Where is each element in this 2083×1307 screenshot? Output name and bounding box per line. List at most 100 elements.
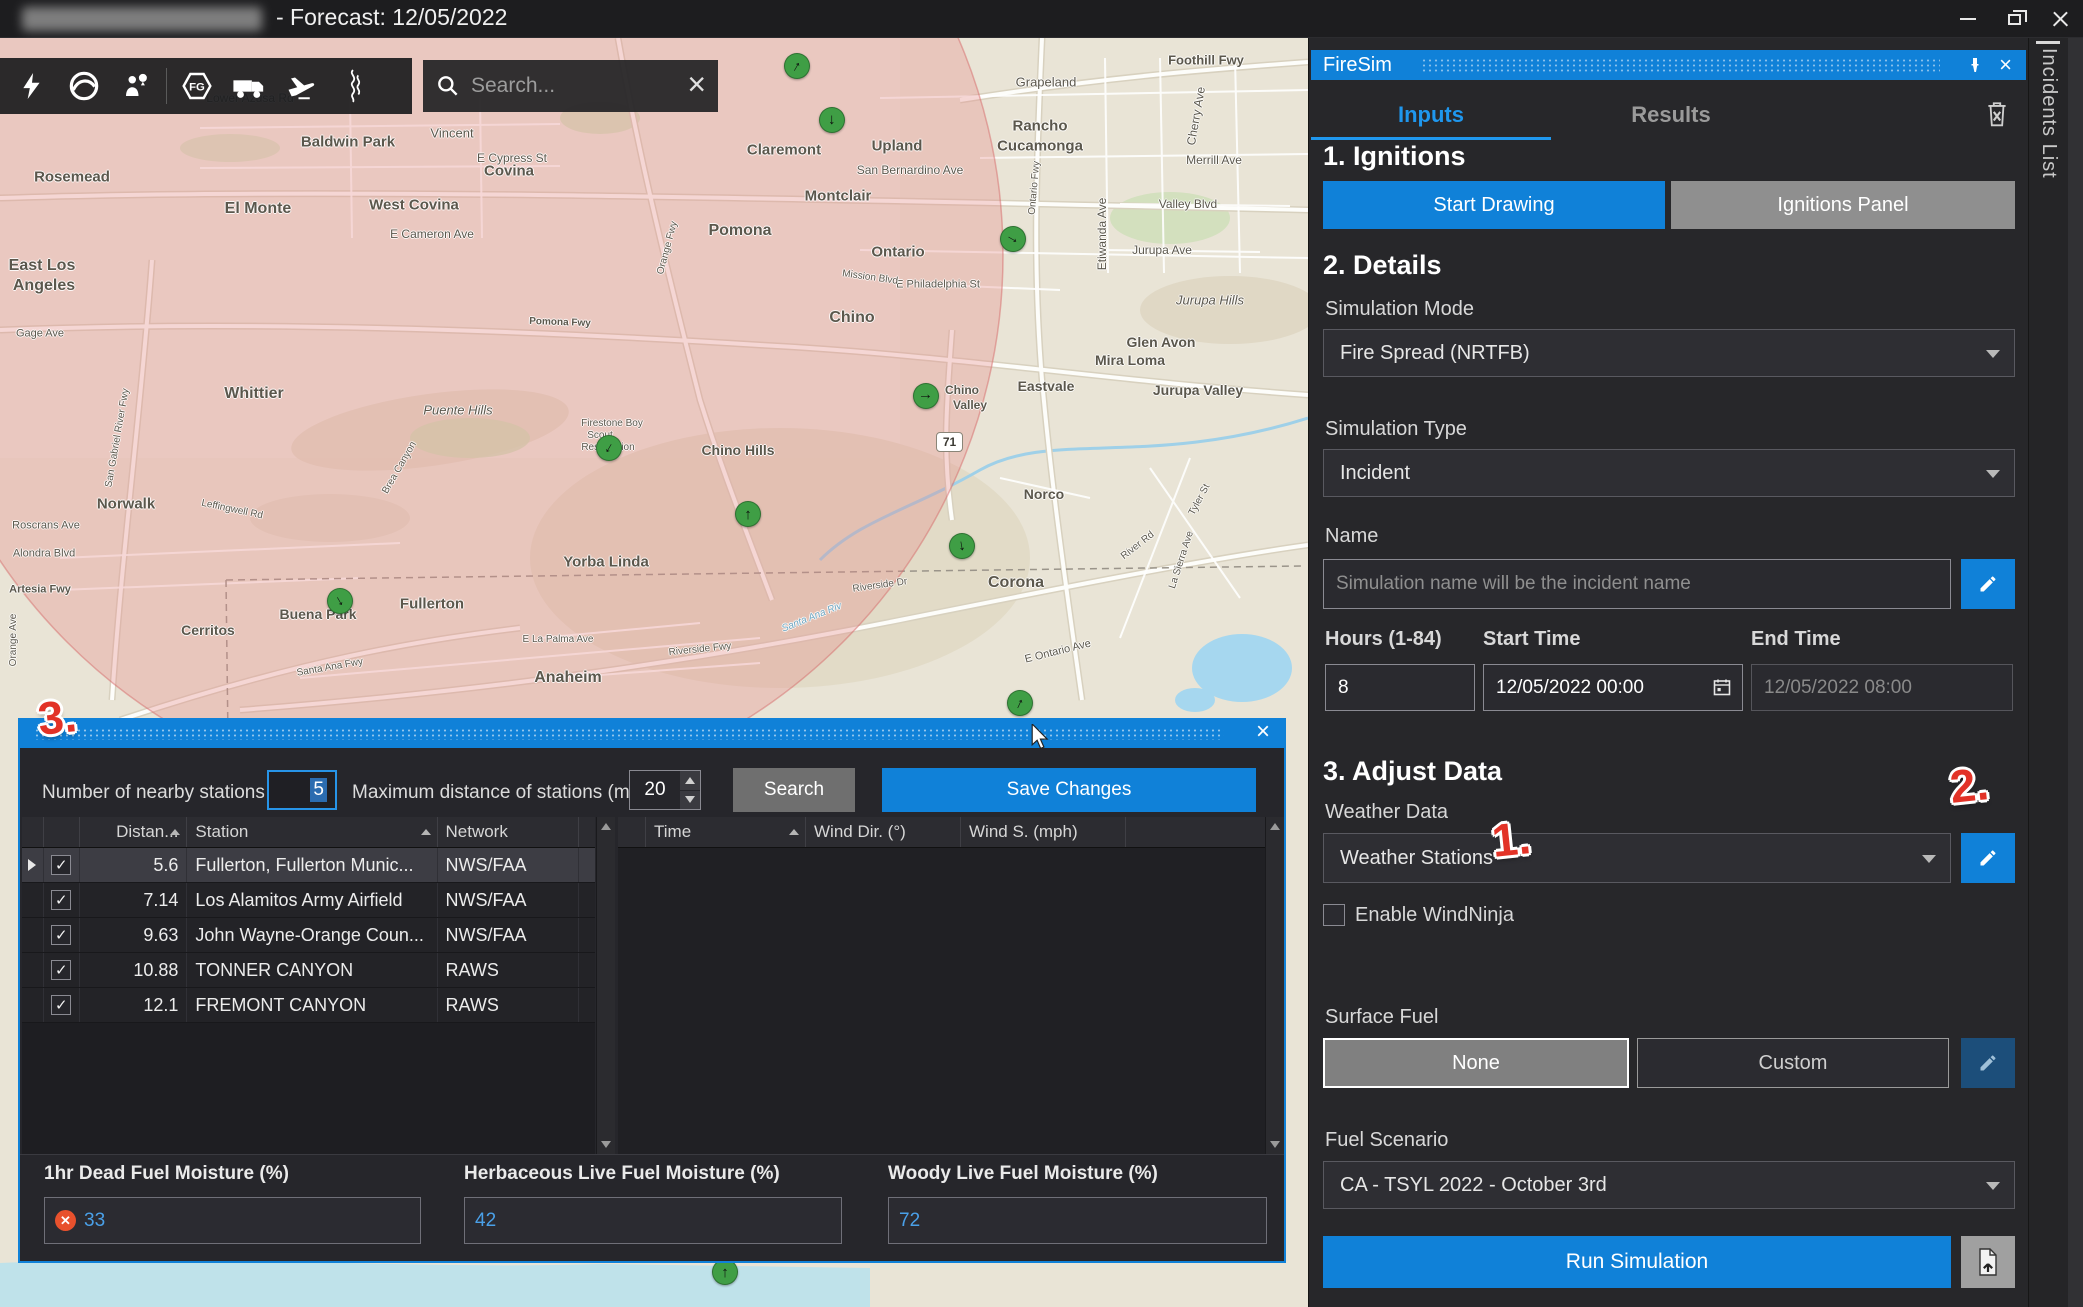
search-stations-button[interactable]: Search: [733, 768, 855, 812]
end-time-input: 12/05/2022 08:00: [1751, 664, 2013, 711]
fuel-scenario-select[interactable]: CA - TSYL 2022 - October 3rd: [1323, 1161, 2015, 1209]
panel-title: FireSim: [1323, 54, 1392, 77]
max-distance-stepper[interactable]: 20: [629, 770, 701, 810]
map-label: Eastvale: [1018, 379, 1075, 393]
search-input[interactable]: Search...: [471, 74, 687, 98]
moisture-input[interactable]: ✕33: [44, 1197, 421, 1244]
stations-scrollbar[interactable]: [596, 817, 615, 1154]
station-row[interactable]: 12.1FREMONT CANYONRAWS: [22, 988, 595, 1023]
map-label: Montclair: [805, 189, 872, 204]
station-marker[interactable]: ↑: [949, 533, 975, 559]
moisture-input[interactable]: 42: [464, 1197, 842, 1244]
station-marker[interactable]: ↑: [913, 383, 939, 409]
start-time-input[interactable]: 12/05/2022 00:00: [1483, 664, 1743, 711]
globe-swirl-icon[interactable]: [58, 62, 110, 110]
restore-button[interactable]: [1991, 0, 2037, 38]
panel-close-icon[interactable]: ×: [1999, 50, 2012, 80]
window-scrollbar[interactable]: [2068, 38, 2083, 1307]
windninja-checkbox[interactable]: [1323, 904, 1345, 926]
smoke-icon[interactable]: [327, 62, 379, 110]
station-checkbox[interactable]: [51, 890, 71, 910]
name-input[interactable]: Simulation name will be the incident nam…: [1323, 559, 1951, 609]
weather-data-select[interactable]: Weather Stations: [1323, 833, 1951, 883]
close-button[interactable]: [2037, 0, 2083, 38]
stepper-up-icon[interactable]: [680, 771, 700, 790]
hours-input[interactable]: 8: [1325, 664, 1475, 711]
stations-tables: Distan... Station Network 5.6Fullerton, …: [20, 817, 1284, 1154]
station-row[interactable]: 5.6Fullerton, Fullerton Munic...NWS/FAA: [22, 848, 595, 883]
station-rows: 5.6Fullerton, Fullerton Munic...NWS/FAA7…: [22, 848, 595, 1154]
truck-icon[interactable]: [223, 62, 275, 110]
station-marker[interactable]: ↑: [819, 107, 845, 133]
max-distance-label: Maximum distance of stations (mi): [352, 772, 640, 814]
map-label: Firestone Boy: [581, 419, 643, 429]
station-marker[interactable]: ↑: [784, 53, 810, 79]
station-row[interactable]: 10.88TONNER CANYONRAWS: [22, 953, 595, 988]
moisture-value: 33: [84, 1210, 105, 1232]
pin-icon[interactable]: [1968, 57, 1982, 78]
adjust-data-heading: 3. Adjust Data: [1323, 756, 1502, 787]
tab-results[interactable]: Results: [1551, 93, 1791, 137]
map-label: Etiwanda Ave: [1096, 198, 1108, 271]
station-checkbox[interactable]: [51, 855, 71, 875]
surface-fuel-none-button[interactable]: None: [1323, 1038, 1629, 1088]
simulation-type-select[interactable]: Incident: [1323, 449, 2015, 497]
column-network[interactable]: Network: [438, 817, 580, 847]
map-label: Ontario: [871, 245, 924, 260]
window-title: - Forecast: 12/05/2022: [276, 4, 507, 31]
map-label: Fullerton: [400, 597, 464, 612]
start-drawing-button[interactable]: Start Drawing: [1323, 181, 1665, 229]
column-wind-speed[interactable]: Wind S. (mph): [961, 817, 1126, 847]
search-clear-icon[interactable]: ×: [687, 68, 706, 100]
save-changes-button[interactable]: Save Changes: [882, 768, 1256, 812]
surface-fuel-label: Surface Fuel: [1325, 1006, 1438, 1029]
readings-scrollbar[interactable]: [1265, 817, 1284, 1154]
edit-name-button[interactable]: [1961, 559, 2015, 609]
edit-surface-fuel-button[interactable]: [1961, 1038, 2015, 1088]
incidents-list-strip[interactable]: Incidents List: [2028, 38, 2083, 1307]
lightning-icon[interactable]: [6, 62, 58, 110]
plane-icon[interactable]: [275, 62, 327, 110]
station-marker[interactable]: ↑: [327, 588, 353, 614]
station-checkbox[interactable]: [51, 960, 71, 980]
station-row[interactable]: 7.14Los Alamitos Army AirfieldNWS/FAA: [22, 883, 595, 918]
minimize-button[interactable]: [1945, 0, 1991, 38]
column-distance[interactable]: Distan...: [80, 817, 188, 847]
moisture-input[interactable]: 72: [888, 1197, 1267, 1244]
map-label: Yorba Linda: [563, 555, 649, 570]
station-checkbox[interactable]: [51, 995, 71, 1015]
edit-weather-data-button[interactable]: [1961, 833, 2015, 883]
wind-arrow-icon: ↑: [333, 593, 347, 610]
nearby-stations-input[interactable]: 5: [267, 770, 337, 810]
map-label: Gage Ave: [16, 329, 64, 340]
surface-fuel-custom-button[interactable]: Custom: [1637, 1038, 1949, 1088]
run-simulation-button[interactable]: Run Simulation: [1323, 1236, 1951, 1288]
station-marker[interactable]: ↑: [1000, 226, 1026, 252]
map-label: San Bernardino Ave: [857, 164, 964, 176]
column-wind-dir[interactable]: Wind Dir. (°): [806, 817, 961, 847]
export-simulation-button[interactable]: [1961, 1236, 2015, 1288]
map-label: Cucamonga: [997, 139, 1083, 154]
ignitions-panel-button[interactable]: Ignitions Panel: [1671, 181, 2015, 229]
delete-simulation-button[interactable]: [1981, 96, 2013, 132]
dialog-titlebar[interactable]: ×: [20, 720, 1284, 748]
fg-hexagon-icon[interactable]: FG: [171, 62, 223, 110]
tab-inputs[interactable]: Inputs: [1311, 93, 1551, 137]
station-marker[interactable]: ↑: [1007, 690, 1033, 716]
column-time[interactable]: Time: [646, 817, 806, 847]
stepper-down-icon[interactable]: [680, 791, 700, 810]
station-row[interactable]: 9.63John Wayne-Orange Coun...NWS/FAA: [22, 918, 595, 953]
map-label: Rancho: [1012, 119, 1067, 134]
calendar-icon[interactable]: [1712, 677, 1732, 703]
column-station[interactable]: Station: [187, 817, 437, 847]
firesim-titlebar[interactable]: FireSim ×: [1311, 50, 2026, 80]
moisture-label: 1hr Dead Fuel Moisture (%): [44, 1163, 289, 1185]
station-marker[interactable]: ↑: [735, 501, 761, 527]
simulation-mode-select[interactable]: Fire Spread (NRTFB): [1323, 329, 2015, 377]
station-marker[interactable]: ↑: [596, 435, 622, 461]
station-checkbox[interactable]: [51, 925, 71, 945]
wind-arrow-icon: ↑: [1005, 232, 1022, 246]
dialog-close-icon[interactable]: ×: [1256, 718, 1270, 746]
person-pin-icon[interactable]: [110, 62, 162, 110]
incidents-list-tab[interactable]: Incidents List: [2037, 48, 2060, 179]
